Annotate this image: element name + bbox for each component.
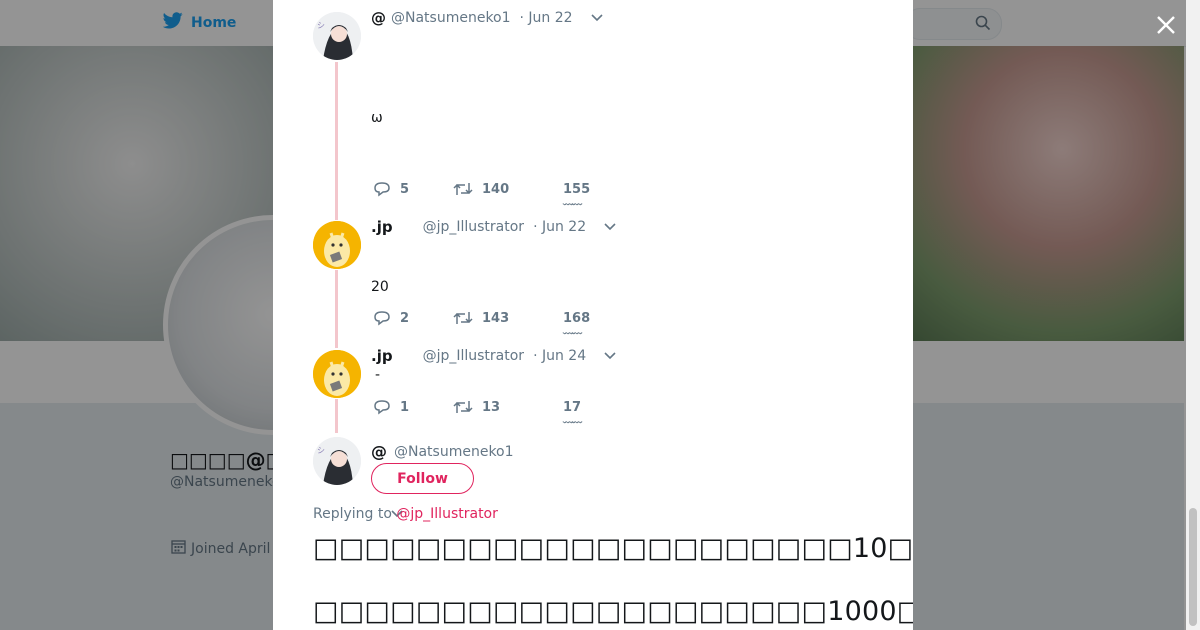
- retweet-button[interactable]: 13: [453, 399, 563, 415]
- thread-line: [335, 270, 338, 348]
- tweet-modal: シ @ @Natsumeneko1 · Jun 22 ω 5 140 155 ﹏…: [273, 0, 913, 630]
- thread-line: [335, 62, 338, 220]
- tweet-actions: 2 143 168 ﹏﹏: [373, 310, 591, 336]
- replying-to-prefix: Replying to: [313, 506, 392, 522]
- tweet-author-name[interactable]: @: [371, 9, 386, 27]
- avatar[interactable]: [313, 350, 361, 398]
- tweet-text: 20: [371, 279, 389, 295]
- reply-button[interactable]: 5: [373, 181, 453, 197]
- like-count: 168: [563, 310, 591, 326]
- close-icon[interactable]: [1153, 12, 1179, 38]
- thread-line: [335, 399, 338, 433]
- reply-button[interactable]: 1: [373, 399, 453, 415]
- tweet-header: @ @Natsumeneko1 · Jun 22: [371, 9, 603, 27]
- main-tweet-header: @ @Natsumeneko1: [371, 442, 523, 461]
- retweet-button[interactable]: 140: [453, 181, 563, 197]
- retweet-icon: [453, 312, 473, 324]
- svg-text:シ: シ: [317, 21, 325, 30]
- main-tweet-text-line: □□□□□□□□□□□□□□□□□□□□1000□□□□□□□□□□□□□□□□…: [313, 596, 913, 627]
- chevron-down-icon[interactable]: [591, 10, 603, 26]
- follow-button[interactable]: Follow: [371, 463, 474, 494]
- like-icon: ﹏﹏: [563, 413, 582, 425]
- avatar[interactable]: シ: [313, 12, 361, 60]
- reply-count: 1: [400, 399, 410, 415]
- retweet-button[interactable]: 143: [453, 310, 563, 326]
- main-tweet-author-handle[interactable]: @Natsumeneko1: [394, 444, 514, 460]
- tweet-date[interactable]: · Jun 24: [533, 348, 586, 364]
- tweet-text: ω: [371, 110, 383, 126]
- tweet-date[interactable]: · Jun 22: [533, 219, 586, 235]
- chevron-down-icon[interactable]: [604, 348, 616, 364]
- tweet-actions: 1 13 17 ﹏﹏: [373, 399, 582, 425]
- tweet-author-name[interactable]: .jp: [371, 218, 393, 236]
- reply-count: 5: [400, 181, 410, 197]
- main-tweet-text-line: □□□□□□□□□□□□□□□□□□□□□10□□□□□□□□□□□□□□□□□…: [313, 533, 913, 564]
- retweet-count: 140: [482, 181, 510, 197]
- tweet-author-handle[interactable]: @jp_Illustrator: [423, 348, 525, 364]
- like-icon: ﹏﹏: [563, 195, 582, 207]
- like-count: 155: [563, 181, 591, 197]
- replying-to: Replying to @jp_Illustrator: [313, 506, 498, 522]
- retweet-count: 13: [482, 399, 501, 415]
- reply-count: 2: [400, 310, 410, 326]
- tweet-text: -: [375, 367, 381, 383]
- replying-to-link[interactable]: @jp_Illustrator: [396, 506, 498, 522]
- reply-icon: [374, 311, 390, 326]
- tweet-header: .jp @jp_Illustrator · Jun 24: [371, 347, 616, 365]
- like-button[interactable]: 17 ﹏﹏: [563, 399, 582, 425]
- reply-icon: [374, 400, 390, 415]
- like-count: 17: [563, 399, 582, 415]
- retweet-icon: [453, 183, 473, 195]
- like-button[interactable]: 155 ﹏﹏: [563, 181, 591, 207]
- tweet-author-name[interactable]: .jp: [371, 347, 393, 365]
- svg-text:シ: シ: [317, 446, 325, 455]
- reply-button[interactable]: 2: [373, 310, 453, 326]
- like-icon: ﹏﹏: [563, 324, 582, 336]
- tweet-header: .jp @jp_Illustrator · Jun 22: [371, 218, 616, 236]
- avatar[interactable]: シ: [313, 437, 361, 485]
- scrollbar-thumb[interactable]: [1189, 508, 1197, 626]
- like-button[interactable]: 168 ﹏﹏: [563, 310, 591, 336]
- avatar[interactable]: [313, 221, 361, 269]
- tweet-author-handle[interactable]: @jp_Illustrator: [423, 219, 525, 235]
- reply-icon: [374, 182, 390, 197]
- tweet-date[interactable]: · Jun 22: [520, 10, 573, 26]
- main-tweet-author-name[interactable]: @: [371, 442, 387, 461]
- retweet-icon: [453, 401, 473, 413]
- retweet-count: 143: [482, 310, 510, 326]
- tweet-actions: 5 140 155 ﹏﹏: [373, 181, 591, 207]
- chevron-down-icon[interactable]: [604, 219, 616, 235]
- tweet-author-handle[interactable]: @Natsumeneko1: [391, 10, 511, 26]
